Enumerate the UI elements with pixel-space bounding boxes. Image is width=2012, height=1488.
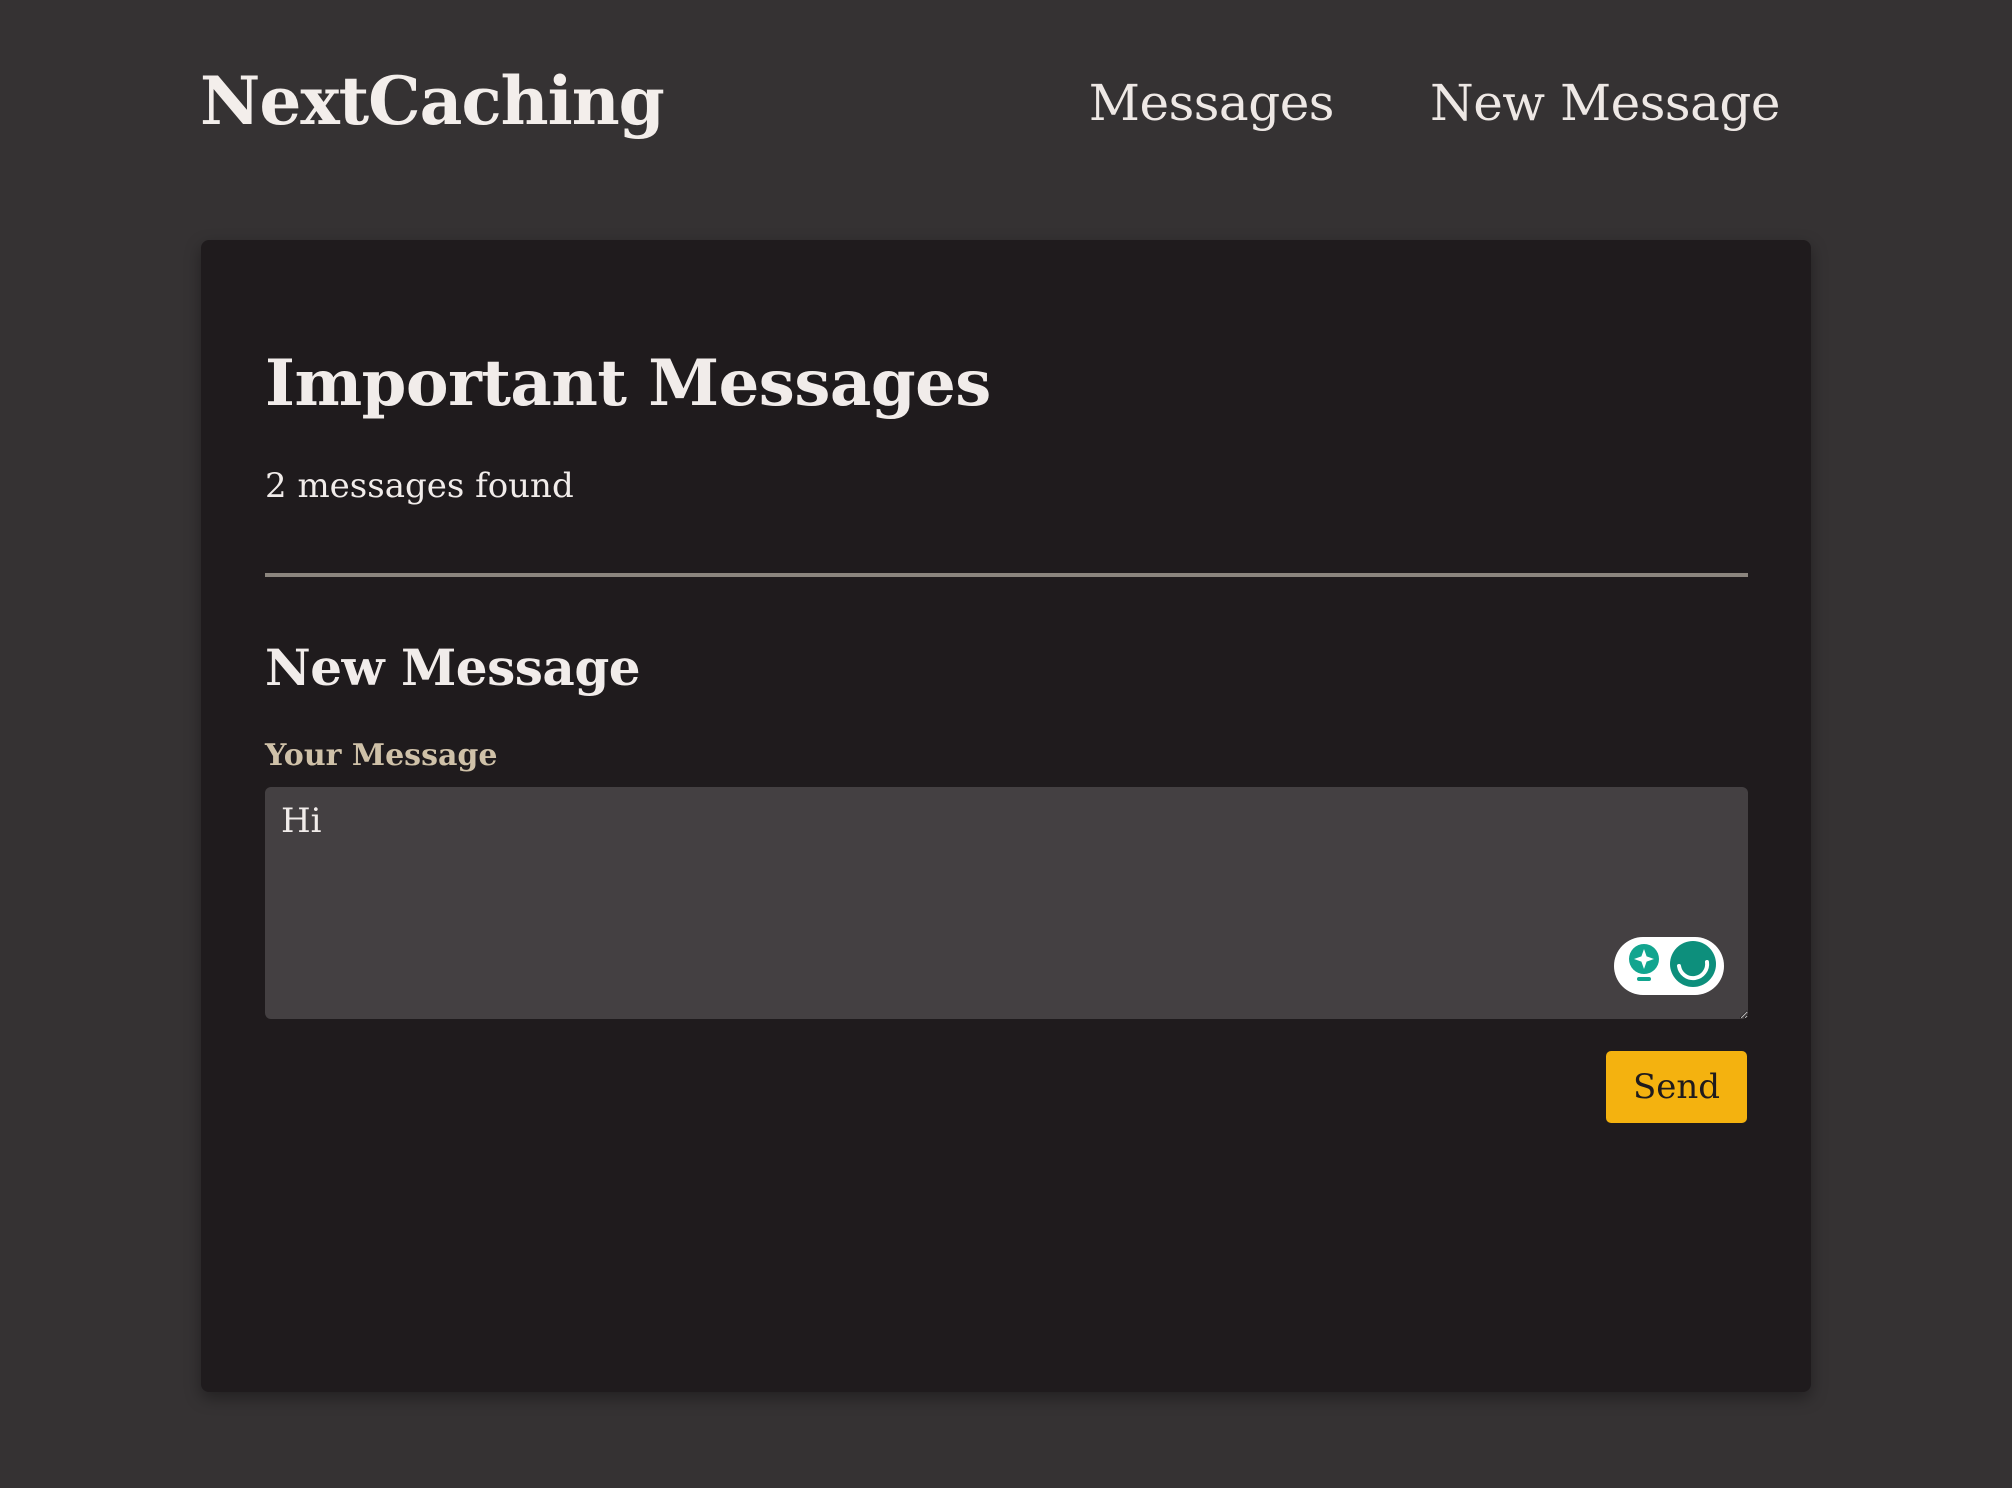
lightbulb-sparkle-icon[interactable] [1624,942,1664,990]
site-header: NextCaching Messages New Message [200,56,1781,152]
new-message-heading: New Message [265,638,641,697]
nav-link-messages[interactable]: Messages [1089,74,1335,132]
send-button[interactable]: Send [1606,1051,1747,1123]
grammar-assistant-widget[interactable] [1614,937,1724,995]
page-title: Important Messages [265,346,991,421]
message-count: 2 messages found [265,466,574,506]
message-textarea[interactable]: Hi [265,787,1748,1019]
message-field-wrapper: Hi [265,787,1748,1019]
grammar-assistant-icon[interactable] [1668,939,1718,993]
nav-link-new-message[interactable]: New Message [1430,74,1781,132]
messages-card: Important Messages 2 messages found New … [201,240,1811,1392]
main-nav: Messages New Message [1089,74,1781,132]
message-field-label: Your Message [265,738,498,773]
section-divider [265,573,1748,577]
site-logo[interactable]: NextCaching [200,62,665,140]
